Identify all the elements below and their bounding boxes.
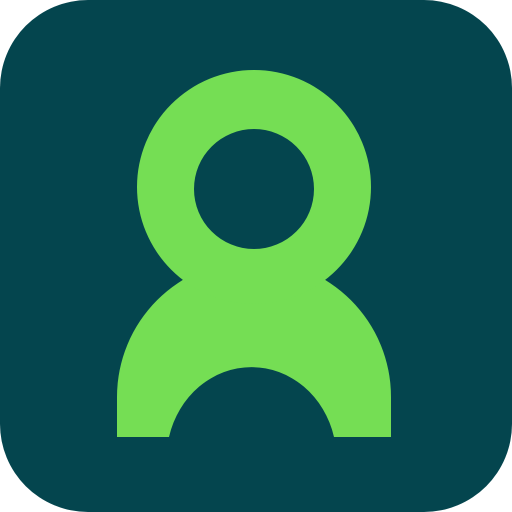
app-icon-graphic [0, 0, 512, 512]
app-icon[interactable] [0, 0, 512, 512]
